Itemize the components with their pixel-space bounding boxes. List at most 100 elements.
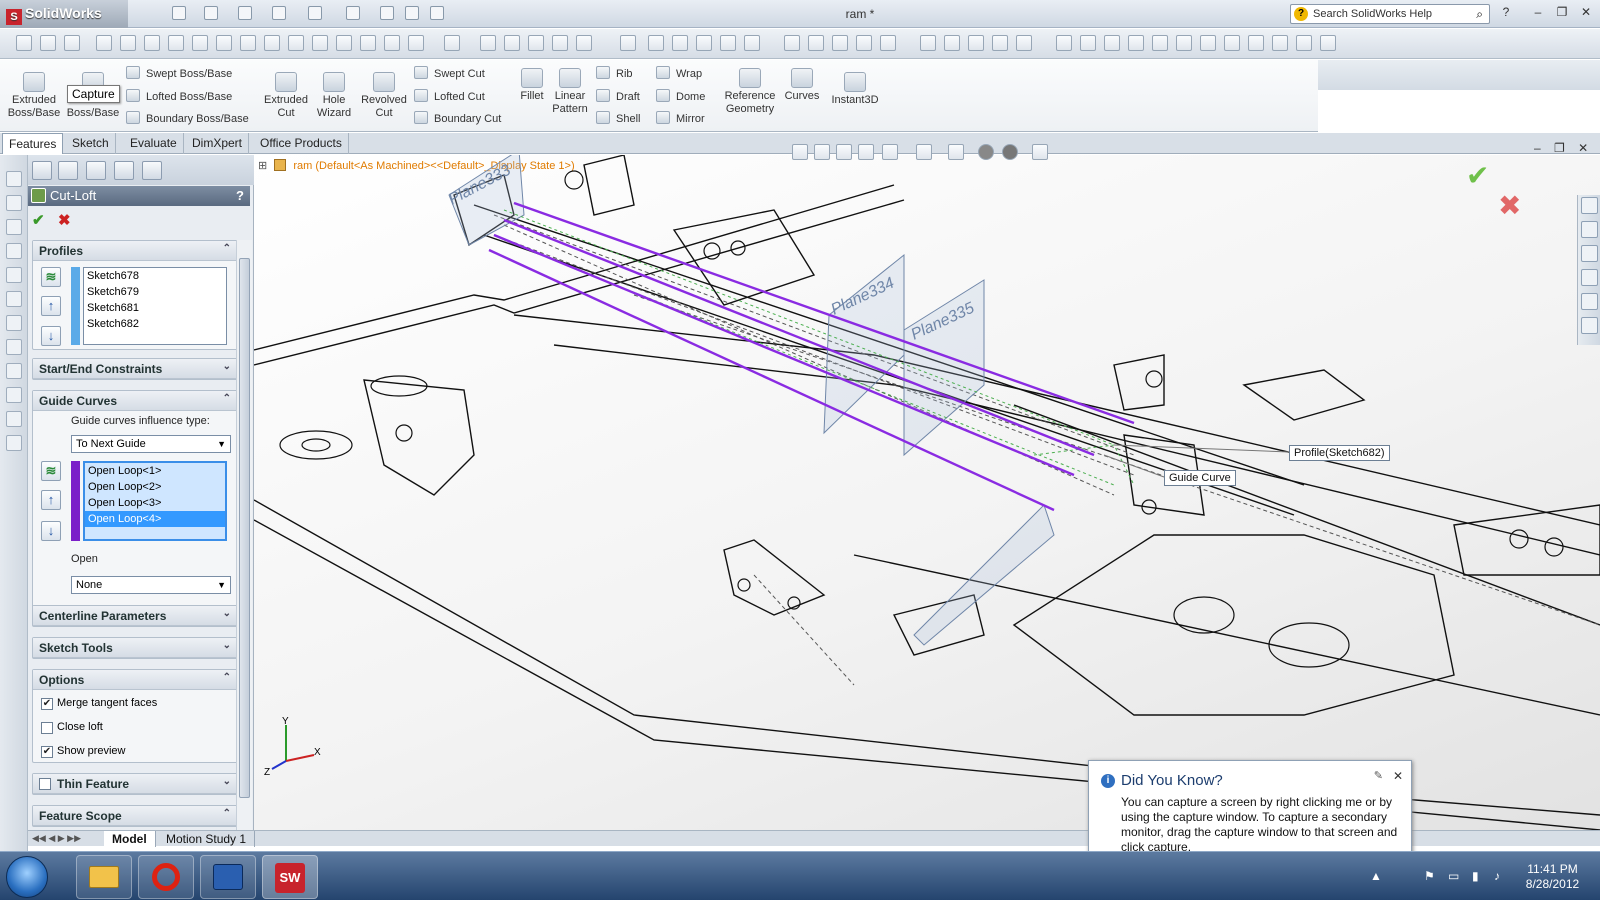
app-taskbar-icon[interactable]: [200, 855, 256, 899]
toolbar-icon[interactable]: [1016, 35, 1032, 51]
strip-icon[interactable]: [6, 291, 22, 307]
guide-curve-2[interactable]: [503, 218, 1095, 457]
rib-button[interactable]: Rib: [596, 66, 633, 80]
toolbar-icon[interactable]: [720, 35, 736, 51]
toolbar-icon[interactable]: [944, 35, 960, 51]
minimize-viewport-icon[interactable]: –: [1534, 141, 1541, 155]
strip-icon[interactable]: [6, 171, 22, 187]
toolbar-icon[interactable]: [40, 35, 56, 51]
thin-feature-checkbox[interactable]: [39, 778, 51, 790]
list-item[interactable]: Open Loop<2>: [85, 479, 225, 495]
spelling-icon[interactable]: [120, 35, 136, 51]
open-icon[interactable]: [204, 6, 218, 20]
toolbar-icon[interactable]: [1104, 35, 1120, 51]
boundary-boss-button[interactable]: Boundary Boss/Base: [126, 111, 249, 125]
toolbar-icon[interactable]: [920, 35, 936, 51]
sketch-tools-header[interactable]: Sketch Tools ⌄: [33, 638, 237, 658]
list-item[interactable]: Sketch679: [84, 284, 226, 300]
hole-wizard-button[interactable]: Hole Wizard: [310, 70, 358, 120]
tab-features[interactable]: Features: [2, 133, 64, 154]
profiles-list[interactable]: Sketch678 Sketch679 Sketch681 Sketch682: [83, 267, 227, 345]
curves-button[interactable]: Curves: [782, 66, 822, 103]
dome-button[interactable]: Dome: [656, 89, 705, 103]
property-manager-icon[interactable]: [58, 161, 78, 180]
toolbar-icon[interactable]: [384, 35, 400, 51]
cancel-button[interactable]: ✖: [58, 211, 71, 229]
toolbar-icon[interactable]: [1320, 35, 1336, 51]
explorer-taskbar-icon[interactable]: [76, 855, 132, 899]
toolbar-icon[interactable]: [1296, 35, 1312, 51]
profiles-header[interactable]: Profiles ⌃: [33, 241, 237, 261]
toolbar-icon[interactable]: [576, 35, 592, 51]
options-icon[interactable]: [430, 6, 444, 20]
linear-pattern-button[interactable]: Linear Pattern: [548, 66, 592, 116]
list-item[interactable]: Sketch678: [84, 268, 226, 284]
wrap-button[interactable]: Wrap: [656, 66, 702, 80]
design-library-icon[interactable]: [1581, 221, 1598, 238]
guide-select-icon[interactable]: ≋: [41, 461, 61, 481]
minimize-button[interactable]: –: [1530, 5, 1546, 21]
toolbar-icon[interactable]: [168, 35, 184, 51]
move-down-button[interactable]: ↓: [41, 326, 61, 346]
list-item-selected[interactable]: Open Loop<4>: [85, 511, 225, 527]
list-item[interactable]: Sketch682: [84, 316, 226, 332]
app-logo[interactable]: S SolidWorks: [0, 0, 128, 28]
action-center-icon[interactable]: ⚑: [1424, 869, 1438, 883]
undo-icon[interactable]: [308, 6, 322, 20]
toolbar-icon[interactable]: [696, 35, 712, 51]
display-icon[interactable]: ▭: [1448, 869, 1462, 883]
help-menu-icon[interactable]: ?: [1498, 5, 1514, 21]
fillet-button[interactable]: Fillet: [518, 66, 546, 103]
strip-icon[interactable]: [6, 219, 22, 235]
guide-curves-list[interactable]: Open Loop<1> Open Loop<2> Open Loop<3> O…: [83, 461, 227, 541]
restore-viewport-icon[interactable]: ❐: [1554, 141, 1565, 155]
mirror-button[interactable]: Mirror: [656, 111, 705, 125]
confirm-cancel-icon[interactable]: ✖: [1498, 189, 1521, 222]
toolbar-icon[interactable]: [968, 35, 984, 51]
influence-type-select[interactable]: To Next Guide ▼: [71, 435, 231, 453]
toolbar-icon[interactable]: [648, 35, 664, 51]
sketch-tool-icon[interactable]: [96, 35, 112, 51]
camera-icon[interactable]: [16, 35, 32, 51]
scrollbar-thumb[interactable]: [239, 258, 250, 798]
toolbar-icon[interactable]: [1224, 35, 1240, 51]
toolbar-icon[interactable]: [528, 35, 544, 51]
toolbar-icon[interactable]: [1152, 35, 1168, 51]
start-button[interactable]: [6, 856, 48, 898]
guide-curve-1[interactable]: [513, 201, 1135, 425]
thin-feature-header[interactable]: Thin Feature ⌄: [33, 774, 237, 794]
appearances-icon[interactable]: [1581, 293, 1598, 310]
toolbar-icon[interactable]: [1248, 35, 1264, 51]
toolbar-icon[interactable]: [1272, 35, 1288, 51]
save-icon[interactable]: [238, 6, 252, 20]
strip-icon[interactable]: [6, 363, 22, 379]
help-button[interactable]: ?: [236, 188, 244, 203]
toolbar-icon[interactable]: [1176, 35, 1192, 51]
toolbar-icon[interactable]: [1056, 35, 1072, 51]
close-viewport-icon[interactable]: ✕: [1578, 141, 1588, 155]
reference-geometry-button[interactable]: Reference Geometry: [720, 66, 780, 116]
revolved-cut-button[interactable]: Revolved Cut: [358, 70, 410, 120]
lofted-cut-button[interactable]: Lofted Cut: [414, 89, 485, 103]
configuration-manager-icon[interactable]: [86, 161, 106, 180]
tab-office-products[interactable]: Office Products: [254, 133, 349, 154]
toolbar-icon[interactable]: [408, 35, 424, 51]
toolbar-icon[interactable]: [880, 35, 896, 51]
tab-model[interactable]: Model: [104, 831, 156, 847]
toolbar-icon[interactable]: [552, 35, 568, 51]
toolbar-icon[interactable]: [336, 35, 352, 51]
tab-sketch[interactable]: Sketch: [66, 133, 116, 154]
file-properties-icon[interactable]: [405, 6, 419, 20]
tab-motion-study[interactable]: Motion Study 1: [158, 831, 256, 847]
view-palette-icon[interactable]: [1581, 269, 1598, 286]
tray-arrow-icon[interactable]: ▲: [1370, 869, 1384, 883]
swept-cut-button[interactable]: Swept Cut: [414, 66, 485, 80]
start-end-header[interactable]: Start/End Constraints ⌄: [33, 359, 237, 379]
guide-curves-header[interactable]: Guide Curves ⌃: [33, 391, 237, 411]
search-icon[interactable]: ⌕: [1476, 7, 1483, 22]
model-drawing[interactable]: Plane333 Plane334 Plane335: [254, 155, 1600, 830]
swept-boss-button[interactable]: Swept Boss/Base: [126, 66, 232, 80]
toolbar-icon[interactable]: [264, 35, 280, 51]
settings-icon[interactable]: ✎: [1374, 769, 1383, 782]
custom-properties-icon[interactable]: [1581, 317, 1598, 334]
